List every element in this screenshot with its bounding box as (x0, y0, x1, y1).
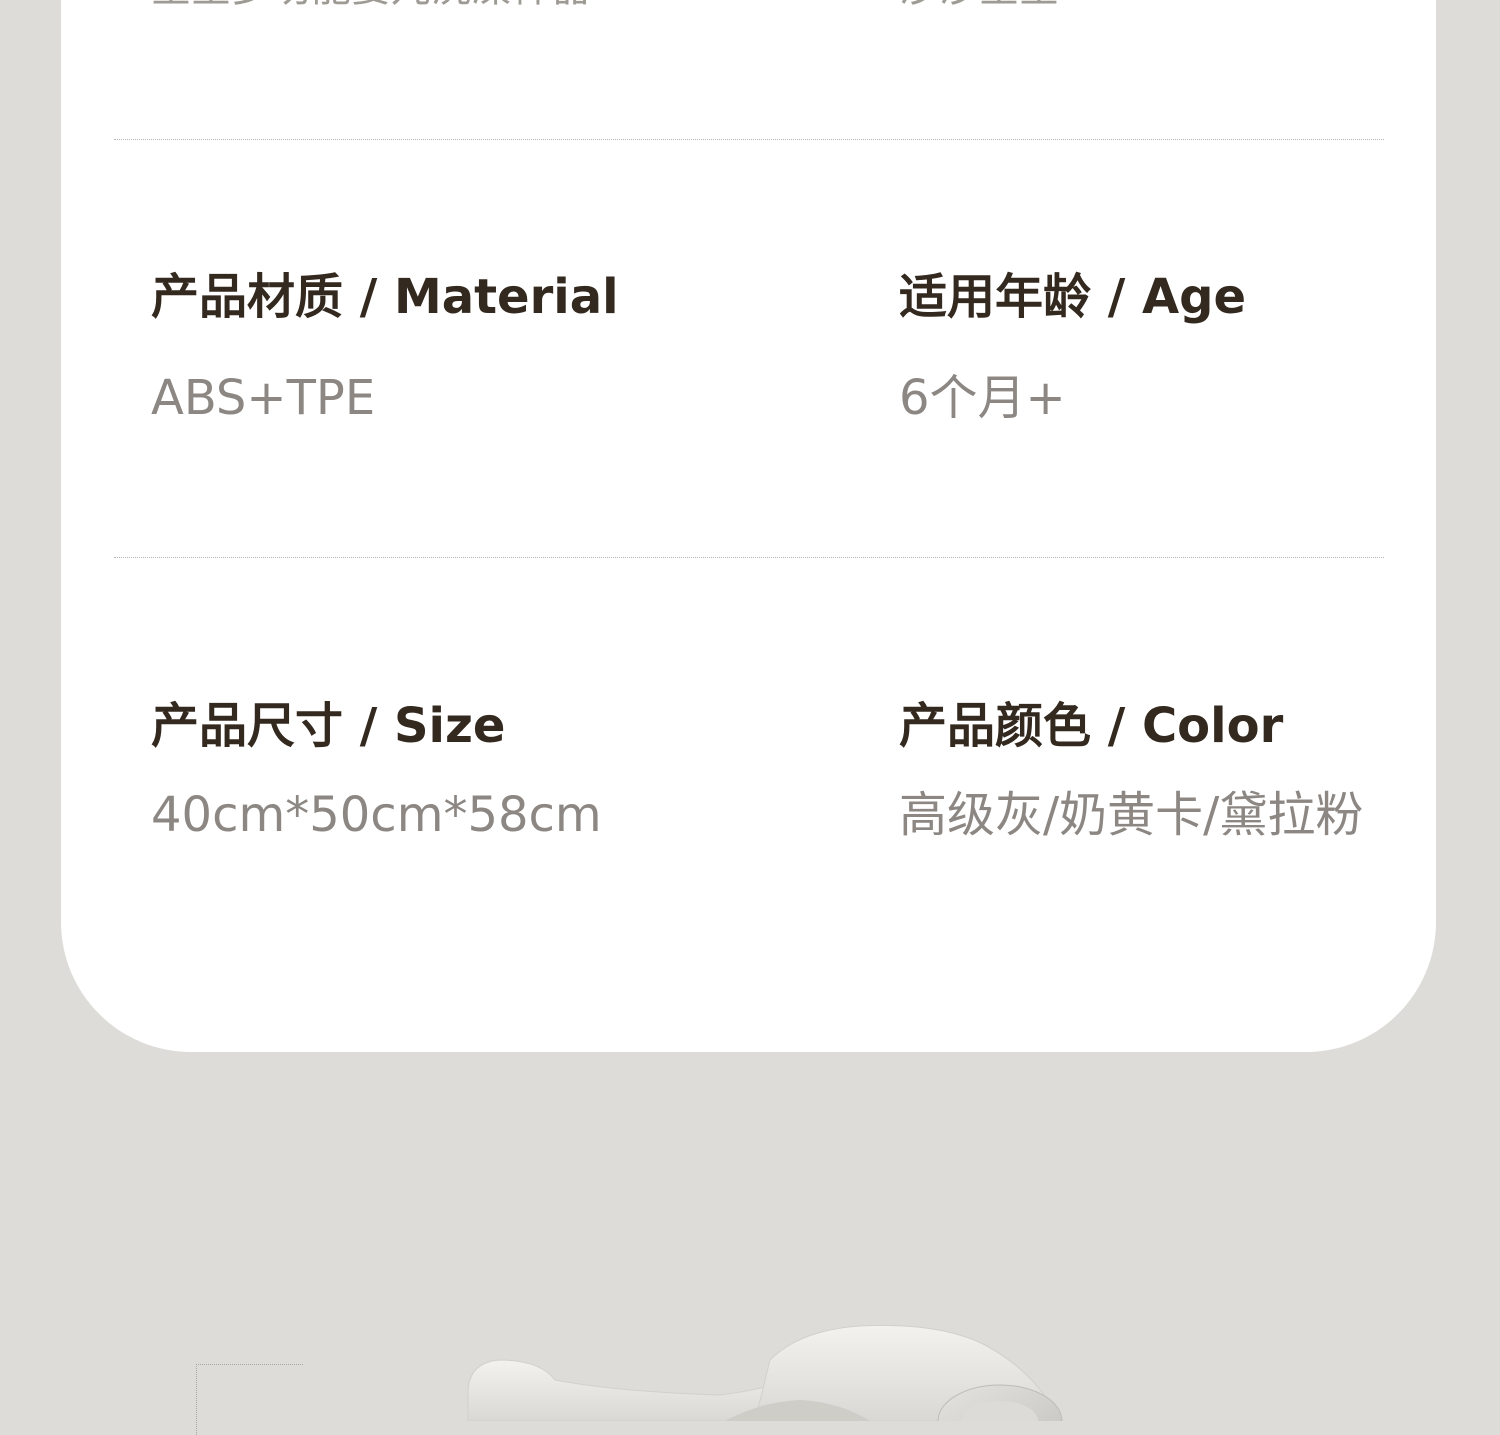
bath-seat-product-image (467, 1324, 1063, 1421)
